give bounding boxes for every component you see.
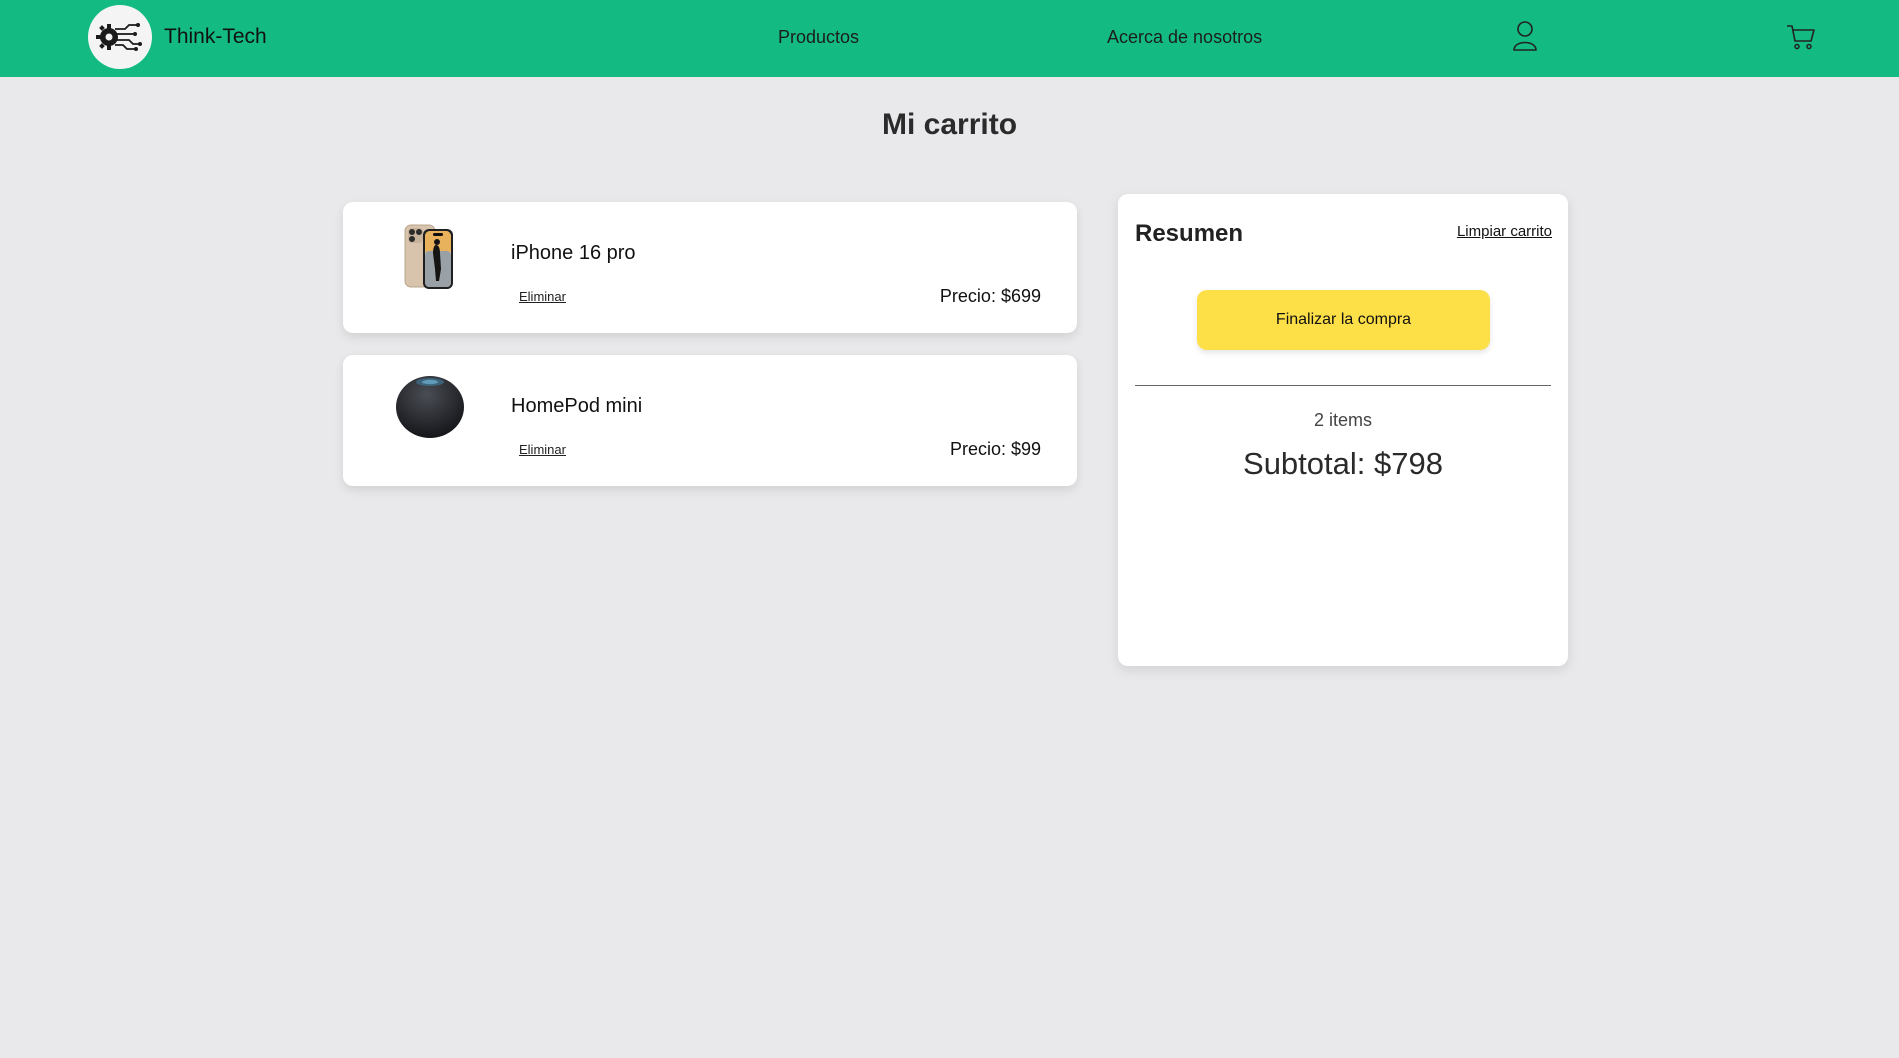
subtotal: Subtotal: $798: [1243, 446, 1443, 481]
cart-item: HomePod mini Eliminar Precio: $99: [343, 355, 1077, 486]
remove-button[interactable]: Eliminar: [519, 442, 566, 457]
nav-link-productos[interactable]: Productos: [778, 27, 859, 48]
product-name: iPhone 16 pro: [511, 242, 636, 264]
product-price: Precio: $699: [939, 286, 1041, 306]
homepod-image: [395, 374, 465, 445]
brand-logo[interactable]: [88, 5, 152, 69]
cart-item: iPhone 16 pro Eliminar Precio: $699: [343, 202, 1077, 333]
nav-link-acerca[interactable]: Acerca de nosotros: [1107, 27, 1262, 48]
remove-button[interactable]: Eliminar: [519, 289, 566, 304]
cart-icon[interactable]: [1786, 23, 1816, 56]
page-title: Mi carrito: [881, 108, 1018, 141]
checkout-button[interactable]: Finalizar la compra: [1197, 290, 1490, 350]
product-price: Precio: $99: [949, 439, 1041, 459]
clear-cart-link[interactable]: Limpiar carrito: [1457, 223, 1552, 240]
iphone-image: [403, 223, 457, 296]
gear-circuit-icon: [96, 23, 142, 51]
items-count: 2 items: [1313, 410, 1373, 430]
order-summary: Resumen Limpiar carrito Finalizar la com…: [1118, 194, 1568, 666]
navbar: Think-Tech Productos Acerca de nosotros: [0, 0, 1899, 77]
summary-divider: [1135, 385, 1551, 386]
summary-title: Resumen: [1135, 220, 1244, 247]
user-icon[interactable]: [1511, 20, 1539, 57]
product-name: HomePod mini: [511, 395, 643, 417]
brand-name[interactable]: Think-Tech: [164, 25, 267, 49]
